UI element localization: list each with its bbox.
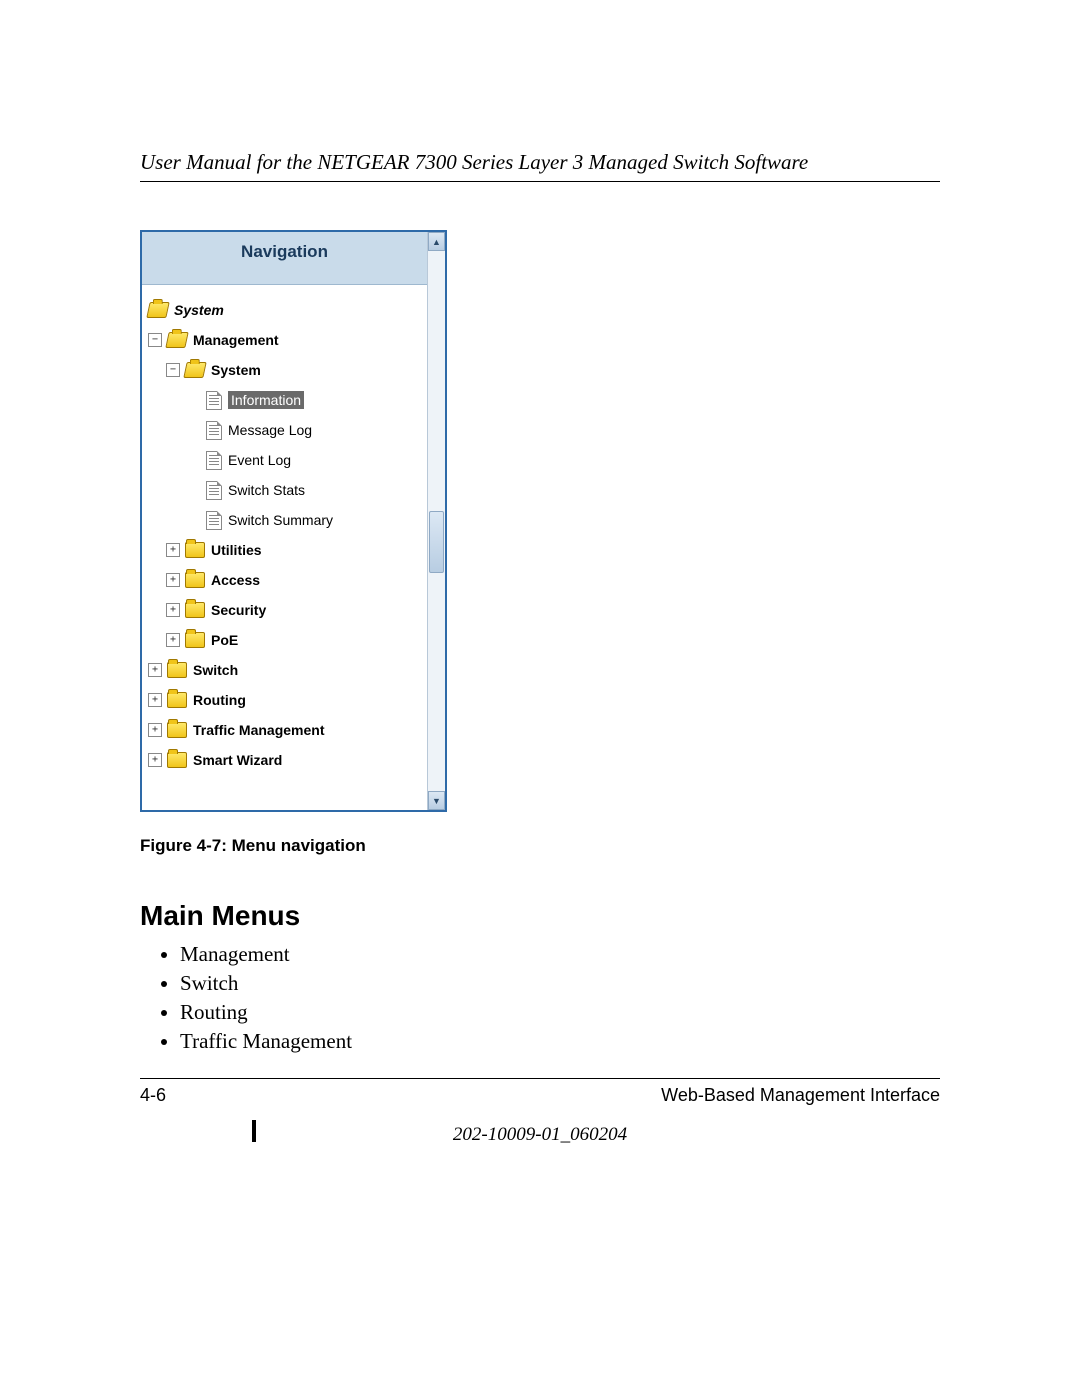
tree-leaf-switch-summary[interactable]: Switch Summary bbox=[148, 505, 423, 535]
tree-label: System bbox=[174, 302, 224, 318]
document-icon bbox=[206, 451, 222, 470]
main-menus-list: Management Switch Routing Traffic Manage… bbox=[140, 942, 940, 1054]
list-item: Routing bbox=[180, 1000, 940, 1025]
tree-label: Switch Summary bbox=[228, 512, 333, 528]
scroll-down-icon[interactable]: ▼ bbox=[428, 791, 445, 810]
tree-node-traffic[interactable]: + Traffic Management bbox=[148, 715, 423, 745]
scrollbar[interactable]: ▲ ▼ bbox=[427, 232, 445, 810]
tree-label: Access bbox=[211, 572, 260, 588]
folder-closed-icon bbox=[185, 602, 205, 618]
expand-icon[interactable]: + bbox=[148, 663, 162, 677]
tree-label: PoE bbox=[211, 632, 238, 648]
tree-label: Utilities bbox=[211, 542, 262, 558]
folder-closed-icon bbox=[167, 722, 187, 738]
scroll-up-icon[interactable]: ▲ bbox=[428, 232, 445, 251]
folder-closed-icon bbox=[167, 662, 187, 678]
folder-open-icon bbox=[146, 302, 169, 318]
section-heading: Main Menus bbox=[140, 900, 940, 932]
tree-node-routing[interactable]: + Routing bbox=[148, 685, 423, 715]
folder-open-icon bbox=[165, 332, 188, 348]
document-id: 202-10009-01_060204 bbox=[140, 1124, 940, 1146]
tree-label: Security bbox=[211, 602, 266, 618]
document-icon bbox=[206, 421, 222, 440]
tree-node-switch[interactable]: + Switch bbox=[148, 655, 423, 685]
tree-label: Switch bbox=[193, 662, 238, 678]
collapse-icon[interactable]: − bbox=[148, 333, 162, 347]
expand-icon[interactable]: + bbox=[166, 573, 180, 587]
list-item: Traffic Management bbox=[180, 1029, 940, 1054]
collapse-icon[interactable]: − bbox=[166, 363, 180, 377]
folder-closed-icon bbox=[185, 572, 205, 588]
tree-node-system-sub[interactable]: − System bbox=[148, 355, 423, 385]
folder-closed-icon bbox=[185, 632, 205, 648]
tree-node-utilities[interactable]: + Utilities bbox=[148, 535, 423, 565]
tree-node-management[interactable]: − Management bbox=[148, 325, 423, 355]
scroll-track[interactable] bbox=[428, 251, 445, 791]
document-page: User Manual for the NETGEAR 7300 Series … bbox=[0, 0, 1080, 1146]
list-item: Management bbox=[180, 942, 940, 967]
change-bar-icon bbox=[252, 1120, 256, 1142]
tree-node-access[interactable]: + Access bbox=[148, 565, 423, 595]
document-icon bbox=[206, 391, 222, 410]
page-number: 4-6 bbox=[140, 1085, 166, 1106]
tree-leaf-switch-stats[interactable]: Switch Stats bbox=[148, 475, 423, 505]
footer-section: Web-Based Management Interface bbox=[661, 1085, 940, 1106]
expand-icon[interactable]: + bbox=[148, 753, 162, 767]
folder-closed-icon bbox=[185, 542, 205, 558]
tree-leaf-event-log[interactable]: Event Log bbox=[148, 445, 423, 475]
figure-area: Navigation System − Management − bbox=[140, 230, 940, 856]
tree-leaf-information[interactable]: Information bbox=[148, 385, 423, 415]
tree-leaf-message-log[interactable]: Message Log bbox=[148, 415, 423, 445]
tree-label: System bbox=[211, 362, 261, 378]
expand-icon[interactable]: + bbox=[166, 543, 180, 557]
tree-label-selected: Information bbox=[228, 391, 304, 409]
navigation-panel: Navigation System − Management − bbox=[140, 230, 447, 812]
folder-closed-icon bbox=[167, 692, 187, 708]
tree-node-security[interactable]: + Security bbox=[148, 595, 423, 625]
folder-open-icon bbox=[183, 362, 206, 378]
expand-icon[interactable]: + bbox=[166, 633, 180, 647]
list-item: Switch bbox=[180, 971, 940, 996]
folder-closed-icon bbox=[167, 752, 187, 768]
page-footer: 4-6 Web-Based Management Interface bbox=[140, 1079, 940, 1106]
page-header: User Manual for the NETGEAR 7300 Series … bbox=[140, 150, 940, 182]
expand-icon[interactable]: + bbox=[166, 603, 180, 617]
navigation-tree: System − Management − System bbox=[142, 285, 427, 810]
tree-label: Management bbox=[193, 332, 279, 348]
tree-label: Routing bbox=[193, 692, 246, 708]
expand-icon[interactable]: + bbox=[148, 723, 162, 737]
document-icon bbox=[206, 481, 222, 500]
tree-node-system[interactable]: System bbox=[148, 295, 423, 325]
tree-label: Traffic Management bbox=[193, 722, 324, 738]
expand-icon[interactable]: + bbox=[148, 693, 162, 707]
tree-label: Switch Stats bbox=[228, 482, 305, 498]
tree-node-poe[interactable]: + PoE bbox=[148, 625, 423, 655]
tree-label: Event Log bbox=[228, 452, 291, 468]
tree-label: Message Log bbox=[228, 422, 312, 438]
navigation-title: Navigation bbox=[142, 232, 427, 285]
tree-node-smart-wizard[interactable]: + Smart Wizard bbox=[148, 745, 423, 775]
tree-label: Smart Wizard bbox=[193, 752, 282, 768]
figure-caption: Figure 4-7: Menu navigation bbox=[140, 836, 940, 856]
document-icon bbox=[206, 511, 222, 530]
scroll-thumb[interactable] bbox=[429, 511, 444, 573]
